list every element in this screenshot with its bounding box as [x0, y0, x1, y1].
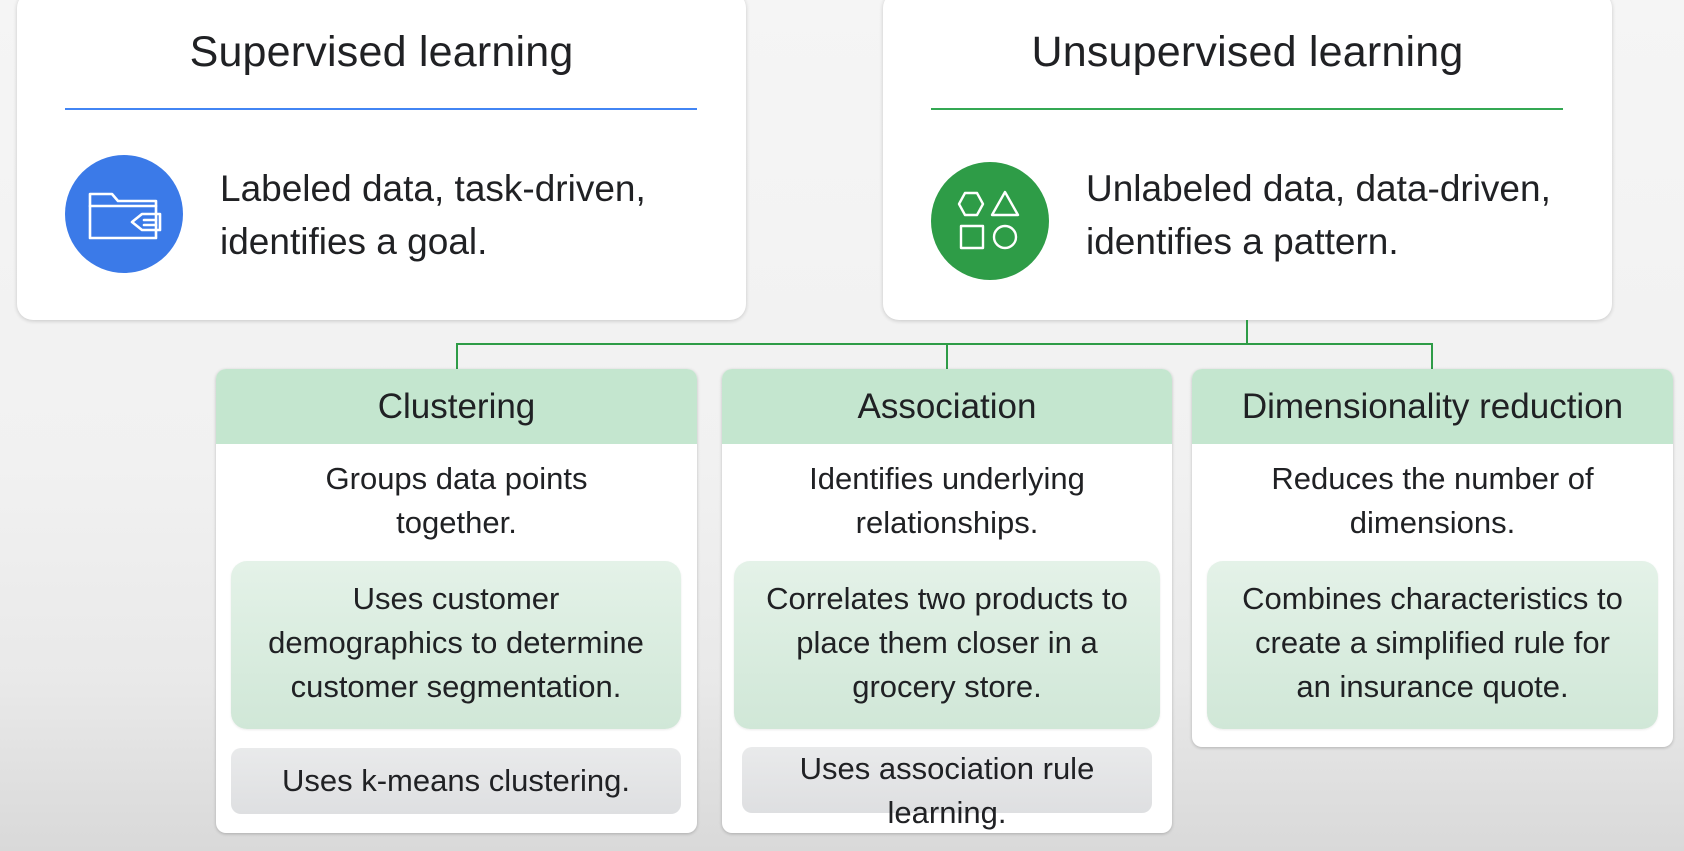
association-example-line: place them closer in a	[796, 625, 1098, 660]
dimensionality-reduction-description-line: dimensions.	[1349, 505, 1516, 540]
unsupervised-description-line: identifies a pattern.	[1086, 221, 1399, 262]
association-description-line: Identifies underlying	[809, 461, 1085, 496]
supervised-description-line: identifies a goal.	[220, 221, 488, 262]
supervised-learning-card: Supervised learning Labeled data, task-d…	[17, 0, 746, 320]
association-example: Correlates two products to place them cl…	[734, 561, 1160, 729]
dimensionality-reduction-example-line: Combines characteristics to	[1242, 581, 1623, 616]
clustering-description: Groups data points together.	[216, 444, 697, 545]
connector-horizontal	[456, 343, 1433, 345]
dimensionality-reduction-example: Combines characteristics to create a sim…	[1207, 561, 1658, 729]
unsupervised-description: Unlabeled data, data-driven, identifies …	[1086, 162, 1606, 268]
clustering-method-line: Uses k-means clustering.	[281, 763, 630, 798]
dimensionality-reduction-example-line: create a simplified rule for	[1255, 625, 1610, 660]
association-example-line: Correlates two products to	[766, 581, 1128, 616]
connector-stem	[1246, 320, 1248, 343]
clustering-example: Uses customer demographics to determine …	[231, 561, 681, 729]
supervised-description-line: Labeled data, task-driven,	[220, 168, 646, 209]
connector-branch-clustering	[456, 343, 458, 369]
association-example-line: grocery store.	[852, 669, 1042, 704]
dimensionality-reduction-description-line: Reduces the number of	[1271, 461, 1594, 496]
connector-branch-dimensionality	[1431, 343, 1433, 369]
association-title: Association	[722, 369, 1172, 444]
clustering-example-line: Uses customer	[352, 581, 560, 616]
clustering-example-line: customer segmentation.	[290, 669, 622, 704]
dimensionality-reduction-card: Dimensionality reduction Reduces the num…	[1192, 369, 1673, 747]
clustering-card: Clustering Groups data points together. …	[216, 369, 697, 833]
dimensionality-reduction-title: Dimensionality reduction	[1192, 369, 1673, 444]
association-method-line: Uses association rule	[799, 751, 1095, 786]
association-method-line: learning.	[887, 795, 1007, 830]
clustering-title: Clustering	[216, 369, 697, 444]
unsupervised-divider	[931, 108, 1563, 110]
association-method: Uses association rule learning.	[742, 747, 1152, 830]
shapes-icon	[931, 162, 1049, 280]
dimensionality-reduction-example-line: an insurance quote.	[1296, 669, 1569, 704]
association-card: Association Identifies underlying relati…	[722, 369, 1172, 833]
clustering-description-line: Groups data points	[325, 461, 588, 496]
folder-icon	[65, 155, 183, 273]
dimensionality-reduction-description: Reduces the number of dimensions.	[1192, 444, 1673, 545]
supervised-learning-title: Supervised learning	[189, 28, 574, 76]
clustering-method: Uses k-means clustering.	[231, 748, 681, 814]
clustering-example-line: demographics to determine	[268, 625, 644, 660]
clustering-description-line: together.	[396, 505, 517, 540]
connector-branch-association	[946, 343, 948, 369]
association-description: Identifies underlying relationships.	[722, 444, 1172, 545]
supervised-divider	[65, 108, 697, 110]
unsupervised-learning-title: Unsupervised learning	[1031, 28, 1464, 76]
association-description-line: relationships.	[855, 505, 1039, 540]
supervised-description: Labeled data, task-driven, identifies a …	[220, 162, 720, 268]
unsupervised-learning-card: Unsupervised learning Unlabeled data, da…	[883, 0, 1612, 320]
unsupervised-description-line: Unlabeled data, data-driven,	[1086, 168, 1551, 209]
